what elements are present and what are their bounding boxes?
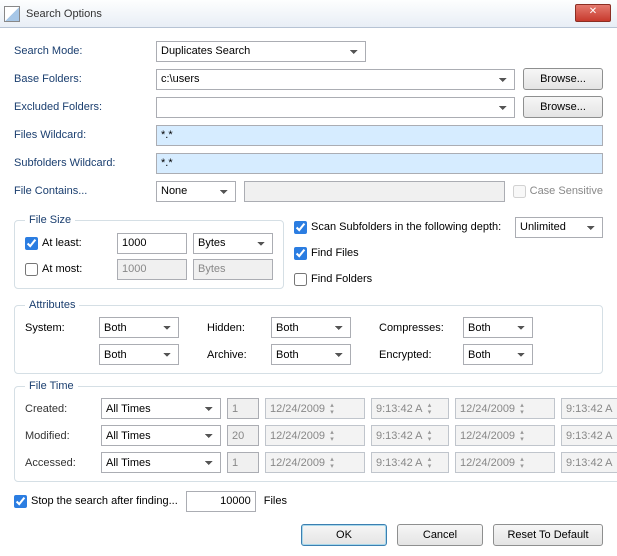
created-date2-input: 12/24/2009▴▾ <box>455 398 555 419</box>
file-contains-label: File Contains... <box>14 185 156 197</box>
compresses-label: Compresses: <box>379 322 459 334</box>
at-most-label: At most: <box>42 263 82 275</box>
dialog-content: Search Mode: Duplicates Search Base Fold… <box>0 28 617 556</box>
find-folders-input[interactable] <box>294 273 307 286</box>
window-title: Search Options <box>26 8 102 20</box>
modified-time1-input: 9:13:42 A▴▾ <box>371 425 449 446</box>
case-sensitive-label: Case Sensitive <box>530 185 603 197</box>
search-mode-combo[interactable]: Duplicates Search <box>156 41 366 62</box>
spin-up-icon: ▴ <box>327 402 337 409</box>
spin-down-icon: ▾ <box>327 409 337 416</box>
accessed-time1-input: 9:13:42 A▴▾ <box>371 452 449 473</box>
subfolders-wildcard-label: Subfolders Wildcard: <box>14 157 156 169</box>
modified-mode-combo[interactable]: All Times <box>101 425 221 446</box>
browse-base-button[interactable]: Browse... <box>523 68 603 90</box>
stop-after-value-input[interactable] <box>186 491 256 512</box>
case-sensitive-input[interactable] <box>513 185 526 198</box>
archive-combo[interactable]: Both <box>271 344 351 365</box>
hidden-combo[interactable]: Both <box>271 317 351 338</box>
subfolders-wildcard-input[interactable] <box>156 153 603 174</box>
files-label: Files <box>264 495 287 507</box>
app-icon <box>4 6 20 22</box>
system-combo[interactable]: Both <box>99 317 179 338</box>
at-most-input[interactable] <box>25 263 38 276</box>
encrypted-combo[interactable]: Both <box>463 344 533 365</box>
stop-after-label: Stop the search after finding... <box>31 495 178 507</box>
scan-options: Scan Subfolders in the following depth: … <box>294 208 603 293</box>
accessed-n-input <box>227 452 259 473</box>
accessed-date1-input: 12/24/2009▴▾ <box>265 452 365 473</box>
modified-date1-input: 12/24/2009▴▾ <box>265 425 365 446</box>
modified-time2-input: 9:13:42 A▴▾ <box>561 425 617 446</box>
at-least-value-input[interactable] <box>117 233 187 254</box>
attributes-legend: Attributes <box>25 299 79 311</box>
excluded-folders-label: Excluded Folders: <box>14 101 156 113</box>
created-mode-combo[interactable]: All Times <box>101 398 221 419</box>
modified-n-input <box>227 425 259 446</box>
modified-date2-input: 12/24/2009▴▾ <box>455 425 555 446</box>
case-sensitive-checkbox[interactable]: Case Sensitive <box>513 185 603 198</box>
file-contains-mode-combo[interactable]: None <box>156 181 236 202</box>
created-time2-input: 9:13:42 A▴▾ <box>561 398 617 419</box>
titlebar: Search Options ✕ <box>0 0 617 28</box>
base-folders-combo[interactable]: c:\users <box>156 69 515 90</box>
system-label: System: <box>25 322 95 334</box>
readonly-combo[interactable]: Both <box>99 344 179 365</box>
find-files-input[interactable] <box>294 247 307 260</box>
stop-after-input[interactable] <box>14 495 27 508</box>
created-label: Created: <box>25 403 95 415</box>
find-folders-checkbox[interactable]: Find Folders <box>294 273 372 286</box>
find-files-checkbox[interactable]: Find Files <box>294 247 359 260</box>
file-size-legend: File Size <box>25 214 75 226</box>
file-time-group: File Time Created: All Times 12/24/2009▴… <box>14 380 617 482</box>
compresses-combo[interactable]: Both <box>463 317 533 338</box>
scan-depth-checkbox[interactable]: Scan Subfolders in the following depth: <box>294 221 509 234</box>
at-most-checkbox[interactable]: At most: <box>25 263 117 276</box>
accessed-time2-input: 9:13:42 A▴▾ <box>561 452 617 473</box>
file-size-group: File Size At least: Bytes At most: Bytes <box>14 214 284 289</box>
stop-after-checkbox[interactable]: Stop the search after finding... <box>14 495 178 508</box>
at-least-checkbox[interactable]: At least: <box>25 237 117 250</box>
scan-depth-label: Scan Subfolders in the following depth: <box>311 221 501 233</box>
at-most-value-input <box>117 259 187 280</box>
created-n-input <box>227 398 259 419</box>
accessed-mode-combo[interactable]: All Times <box>101 452 221 473</box>
created-time1-input: 9:13:42 A▴▾ <box>371 398 449 419</box>
at-least-label: At least: <box>42 237 82 249</box>
files-wildcard-label: Files Wildcard: <box>14 129 156 141</box>
attributes-group: Attributes System: Both Hidden: Both Com… <box>14 299 603 374</box>
find-files-label: Find Files <box>311 247 359 259</box>
reset-button[interactable]: Reset To Default <box>493 524 603 546</box>
at-most-unit-combo: Bytes <box>193 259 273 280</box>
files-wildcard-input[interactable] <box>156 125 603 146</box>
browse-excluded-button[interactable]: Browse... <box>523 96 603 118</box>
modified-label: Modified: <box>25 430 95 442</box>
hidden-label: Hidden: <box>207 322 267 334</box>
ok-button[interactable]: OK <box>301 524 387 546</box>
file-time-legend: File Time <box>25 380 78 392</box>
search-mode-label: Search Mode: <box>14 45 156 57</box>
encrypted-label: Encrypted: <box>379 349 459 361</box>
accessed-label: Accessed: <box>25 457 95 469</box>
base-folders-label: Base Folders: <box>14 73 156 85</box>
close-button[interactable]: ✕ <box>575 4 611 22</box>
cancel-button[interactable]: Cancel <box>397 524 483 546</box>
archive-label: Archive: <box>207 349 267 361</box>
at-least-input[interactable] <box>25 237 38 250</box>
excluded-folders-combo[interactable] <box>156 97 515 118</box>
scan-depth-combo[interactable]: Unlimited <box>515 217 603 238</box>
find-folders-label: Find Folders <box>311 273 372 285</box>
file-contains-text-combo[interactable] <box>244 181 505 202</box>
created-date1-input: 12/24/2009▴▾ <box>265 398 365 419</box>
accessed-date2-input: 12/24/2009▴▾ <box>455 452 555 473</box>
scan-depth-input[interactable] <box>294 221 307 234</box>
at-least-unit-combo[interactable]: Bytes <box>193 233 273 254</box>
